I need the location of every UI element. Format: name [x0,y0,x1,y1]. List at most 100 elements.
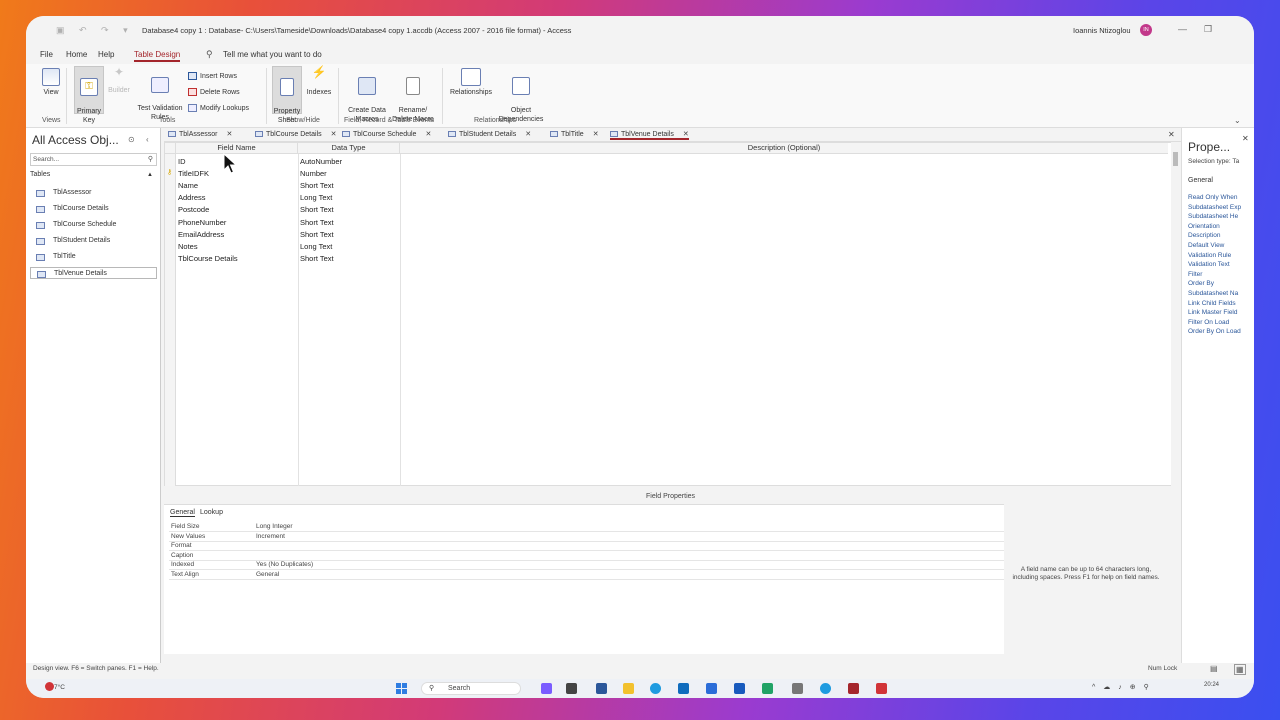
data-type-cell[interactable]: Short Text [300,218,334,227]
data-type-cell[interactable]: Long Text [300,193,332,202]
settings-icon[interactable] [792,683,803,694]
document-tab[interactable]: TblTitle ✕ [550,130,599,138]
data-type-cell[interactable]: Short Text [300,254,334,263]
task-view-icon[interactable] [566,683,577,694]
close-tab-icon[interactable]: ✕ [227,131,233,138]
field-property-row[interactable]: Indexed Yes (No Duplicates) [169,560,1004,571]
nav-pane-title[interactable]: All Access Obj... [32,133,119,147]
test-validation-button[interactable]: Test Validation Rules [132,68,188,122]
property-sheet-item[interactable]: Filter On Load [1188,319,1229,326]
property-sheet-item[interactable]: Orientation [1188,223,1220,230]
property-sheet-button[interactable]: Property Sheet [272,66,302,124]
restore-icon[interactable]: ❐ [1204,24,1212,35]
edge-icon[interactable] [650,683,661,694]
field-name-cell[interactable]: TblCourse Details [178,254,238,263]
property-sheet-item[interactable]: Subdatasheet Na [1188,290,1238,297]
table-row[interactable]: PhoneNumber Short Text [176,216,1176,228]
view-button[interactable]: View [38,68,64,97]
field-name-cell[interactable]: Address [178,193,206,202]
property-value[interactable]: Yes (No Duplicates) [256,561,313,568]
scrollbar-thumb[interactable] [1173,152,1178,166]
property-sheet-item[interactable]: Description [1188,232,1221,239]
excel-icon[interactable] [762,683,773,694]
primary-key-button[interactable]: ⚿ Primary Key [74,66,104,124]
design-view-icon[interactable]: ▦ [1234,664,1246,675]
field-name-cell[interactable]: ID [178,157,186,166]
access-icon[interactable] [848,683,859,694]
field-name-cell[interactable]: Notes [178,242,198,251]
modify-lookups-button[interactable]: Modify Lookups [188,104,249,112]
tab-table-design[interactable]: Table Design [134,50,181,62]
browser-icon[interactable] [820,683,831,694]
grid-scrollbar[interactable] [1171,142,1180,486]
tab-lookup[interactable]: Lookup [200,509,223,516]
property-sheet-item[interactable]: Order By On Load [1188,328,1241,335]
teams-icon[interactable] [596,683,607,694]
nav-section-tables[interactable]: Tables ▲ [30,171,157,183]
close-tab-icon[interactable]: ✕ [331,131,337,138]
nav-item-table[interactable]: TblStudent Details [30,235,157,247]
document-tab[interactable]: TblStudent Details ✕ [448,130,531,138]
user-name[interactable]: Ioannis Ntizoglou [1073,26,1131,35]
document-tab[interactable]: TblVenue Details ✕ [610,130,689,140]
property-sheet-item[interactable]: Default View [1188,242,1224,249]
nav-search-input[interactable]: Search... ⚲ [30,153,157,166]
field-name-cell[interactable]: Name [178,181,198,190]
word-icon[interactable] [734,683,745,694]
nav-item-table[interactable]: TblAssessor [30,187,157,199]
property-sheet-item[interactable]: Subdatasheet He [1188,213,1238,220]
field-name-cell[interactable]: PhoneNumber [178,218,226,227]
nav-item-table[interactable]: TblCourse Schedule [30,219,157,231]
tab-general[interactable]: General [170,509,195,517]
data-type-cell[interactable]: Short Text [300,230,334,239]
outlook-icon[interactable] [706,683,717,694]
data-type-cell[interactable]: Number [300,169,327,178]
quick-access-toolbar[interactable]: ▣ ↶ ↷ ▾ [56,25,134,36]
tab-help[interactable]: Help [98,50,114,59]
weather-temperature[interactable]: 7°C [54,684,65,691]
table-row[interactable]: TitleIDFK Number [176,167,1176,179]
table-row[interactable]: TblCourse Details Short Text [176,252,1176,264]
property-sheet-item[interactable]: Link Child Fields [1188,300,1236,307]
property-sheet-item[interactable]: Validation Rule [1188,252,1231,259]
builder-button[interactable]: ✦ Builder [106,66,132,95]
object-dependencies-button[interactable]: Object Dependencies [496,68,546,124]
table-row[interactable]: Name Short Text [176,179,1176,191]
table-row[interactable]: Notes Long Text [176,240,1176,252]
minimize-icon[interactable]: — [1178,24,1187,34]
taskbar-search[interactable]: ⚲ Search [421,682,521,695]
windows-start-icon[interactable] [396,683,407,694]
property-sheet-item[interactable]: Validation Text [1188,261,1230,268]
field-property-row[interactable]: Format [169,541,1004,552]
delete-rows-button[interactable]: Delete Rows [188,88,240,96]
close-document-icon[interactable]: ✕ [1168,130,1175,139]
data-type-cell[interactable]: Long Text [300,242,332,251]
document-tab[interactable]: TblAssessor ✕ [168,130,232,138]
nav-item-table[interactable]: TblVenue Details [30,267,157,279]
table-row[interactable]: ID AutoNumber [176,155,1176,167]
data-type-cell[interactable]: Short Text [300,181,334,190]
close-tab-icon[interactable]: ✕ [593,131,599,138]
copilot-icon[interactable] [541,683,552,694]
data-type-cell[interactable]: AutoNumber [300,157,342,166]
field-name-cell[interactable]: Postcode [178,205,209,214]
field-property-row[interactable]: Caption [169,551,1004,561]
close-tab-icon[interactable]: ✕ [525,131,531,138]
document-tab[interactable]: TblCourse Schedule ✕ [342,130,431,138]
file-explorer-icon[interactable] [623,683,634,694]
field-property-row[interactable]: Text Align General [169,570,1004,580]
system-tray-icons[interactable]: ^☁♪⊕⚲ [1092,683,1157,691]
close-icon[interactable]: ✕ [1242,134,1249,143]
field-name-cell[interactable]: EmailAddress [178,230,224,239]
indexes-button[interactable]: ⚡ Indexes [304,66,334,97]
property-sheet-item[interactable]: Order By [1188,280,1214,287]
tab-home[interactable]: Home [66,50,87,59]
relationships-button[interactable]: Relationships [446,68,496,97]
field-property-row[interactable]: Field Size Long Integer [169,522,1004,532]
property-value[interactable]: General [256,571,279,578]
property-value[interactable]: Increment [256,533,285,540]
table-row[interactable]: EmailAddress Short Text [176,228,1176,240]
data-type-cell[interactable]: Short Text [300,205,334,214]
nav-item-table[interactable]: TblTitle [30,251,157,263]
row-selector-column[interactable]: ⚷ [165,154,176,486]
